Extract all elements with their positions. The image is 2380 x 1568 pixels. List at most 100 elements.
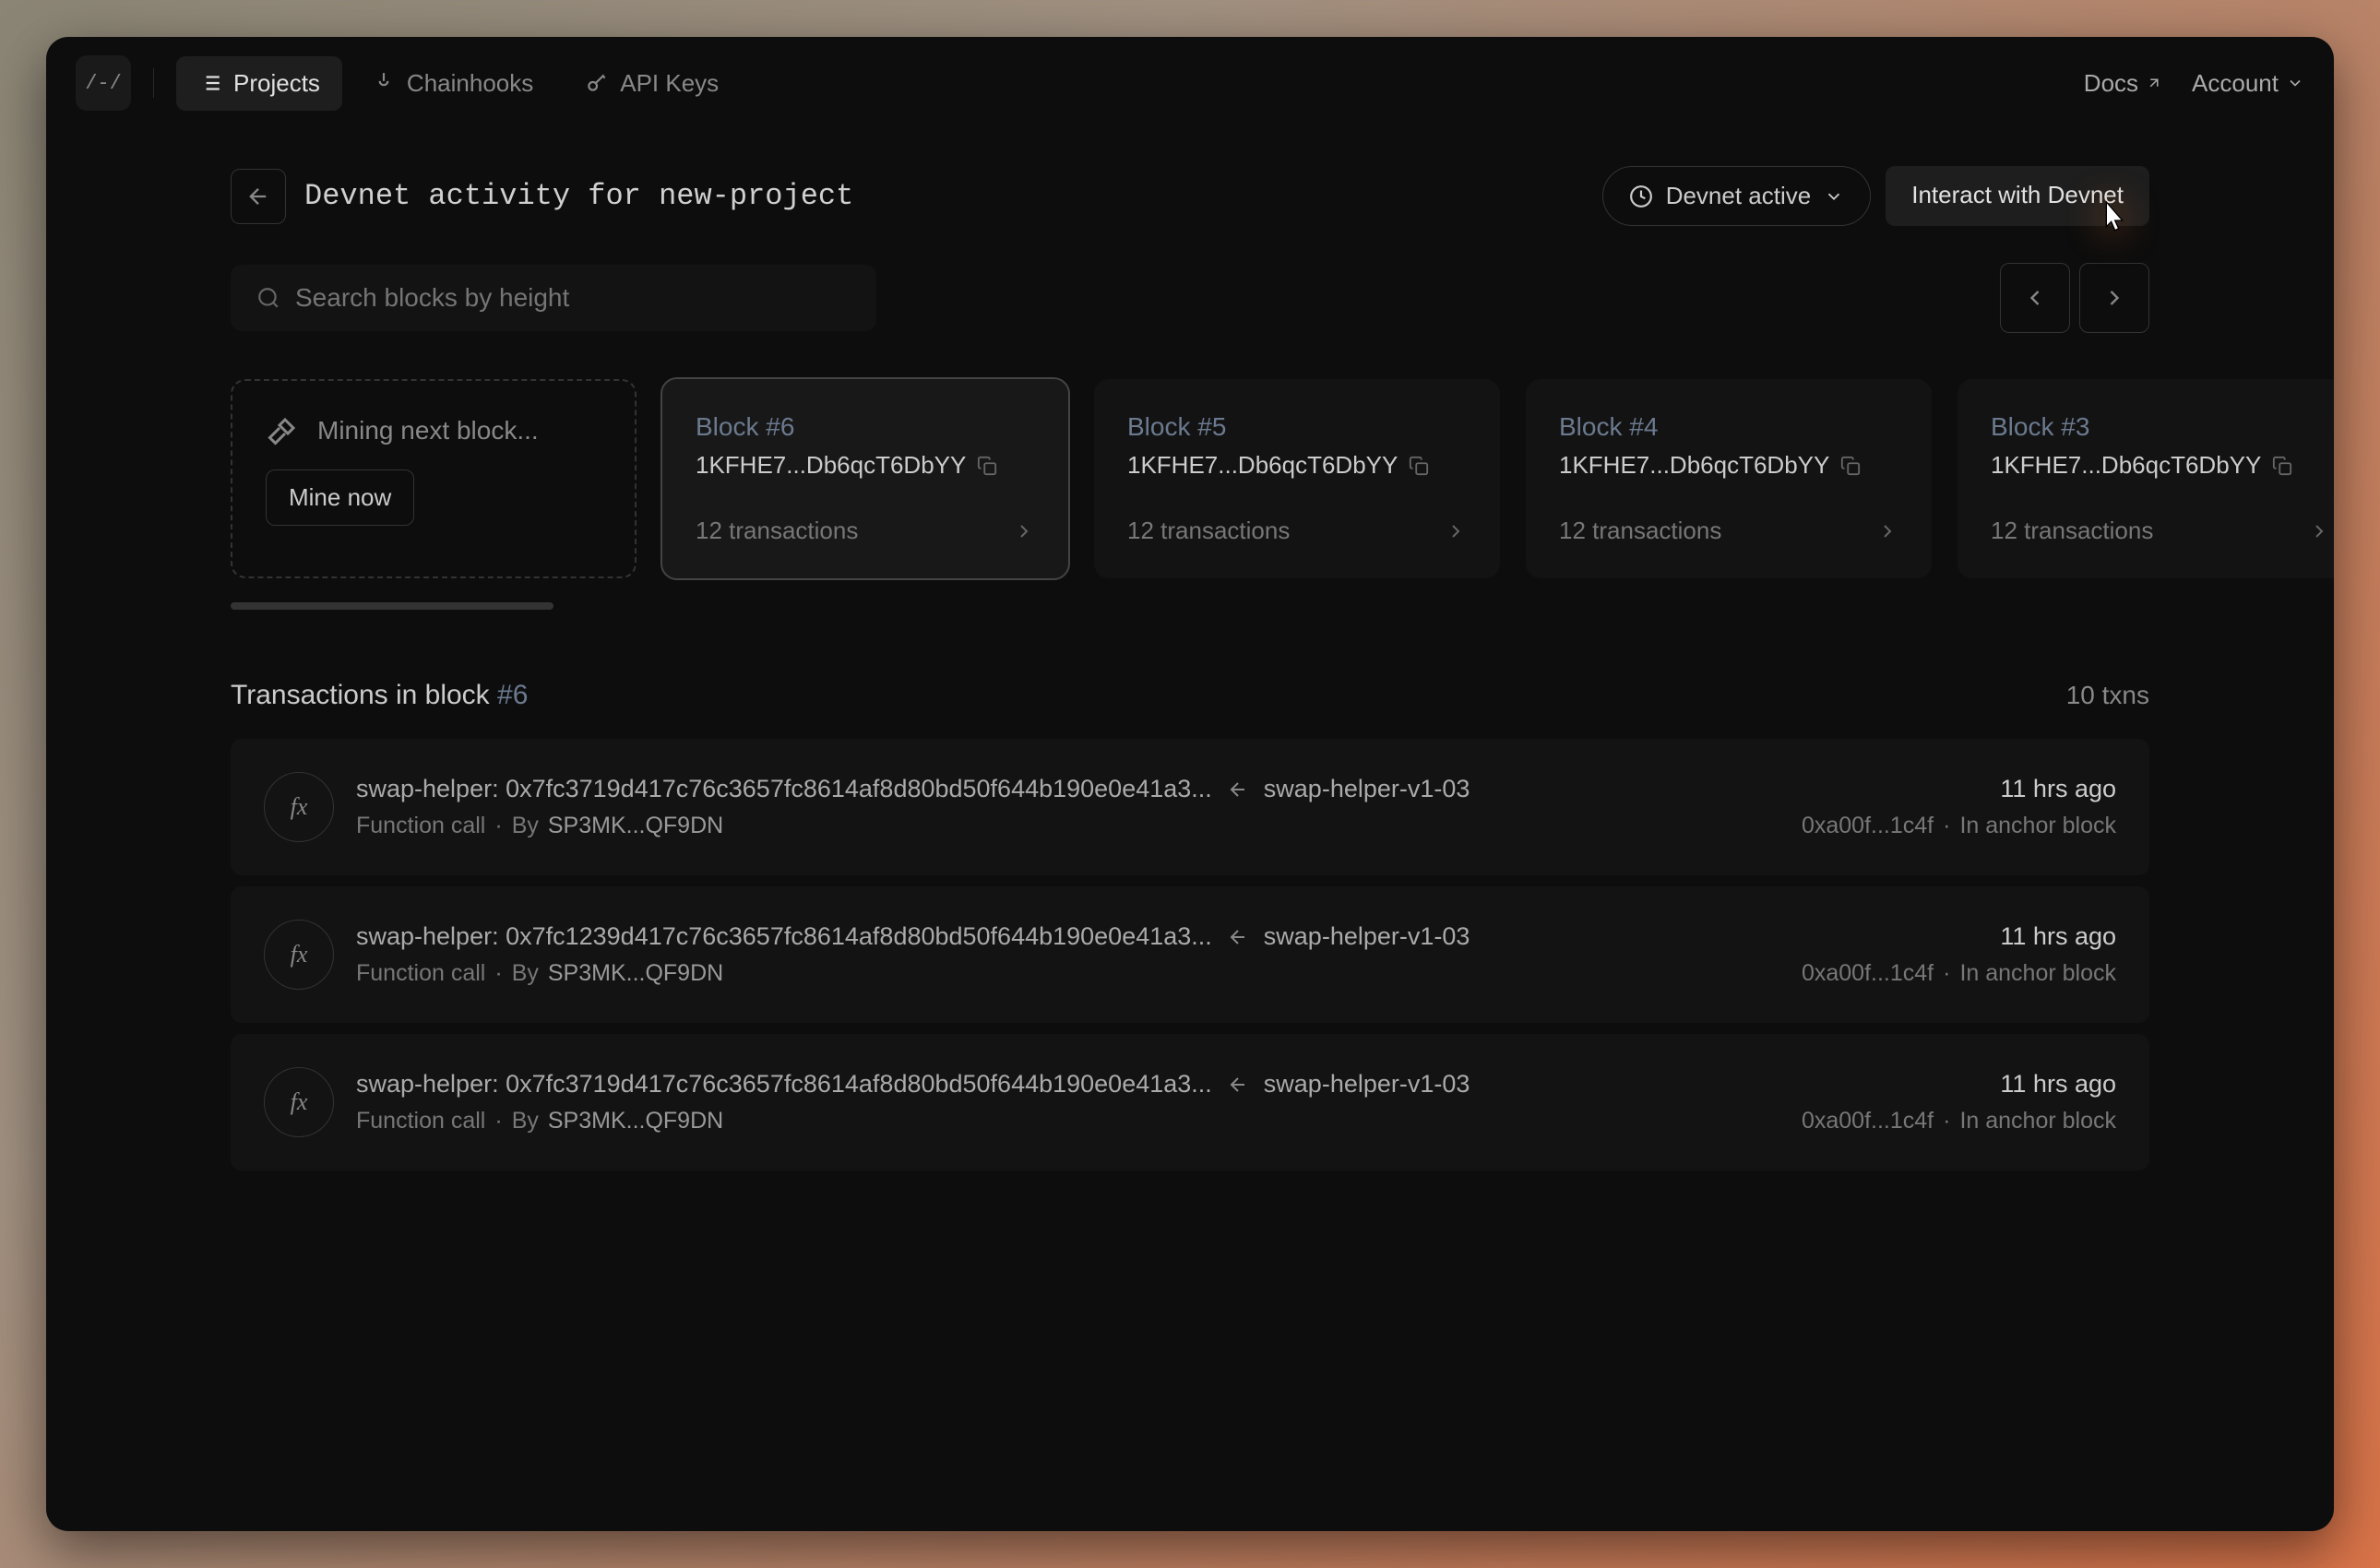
transaction-body: swap-helper: 0x7fc3719d417c76c3657fc8614… bbox=[356, 1070, 1779, 1134]
transaction-by: SP3MK...QF9DN bbox=[548, 1108, 723, 1134]
clock-icon bbox=[1629, 184, 1653, 208]
block-card[interactable]: Block #5 1KFHE7...Db6qcT6DbYY 12 transac… bbox=[1094, 379, 1500, 578]
nav-chainhooks[interactable]: Chainhooks bbox=[350, 56, 555, 111]
transaction-row[interactable]: fx swap-helper: 0x7fc3719d417c76c3657fc8… bbox=[231, 1034, 2149, 1170]
docs-label: Docs bbox=[2084, 69, 2138, 98]
block-title: Block #3 bbox=[1991, 412, 2330, 442]
mine-now-button[interactable]: Mine now bbox=[266, 469, 414, 526]
search-input[interactable] bbox=[295, 283, 851, 313]
arrow-left-icon bbox=[1227, 926, 1249, 948]
chevron-down-icon bbox=[1824, 186, 1844, 207]
transaction-hash: 0xa00f...1c4f bbox=[1802, 813, 1934, 839]
transaction-main: swap-helper: 0x7fc3719d417c76c3657fc8614… bbox=[356, 775, 1212, 803]
nav-projects-label: Projects bbox=[233, 69, 320, 98]
txn-title-prefix: Transactions in block bbox=[231, 680, 497, 710]
block-hash: 1KFHE7...Db6qcT6DbYY bbox=[696, 451, 1035, 480]
logo[interactable]: /-/ bbox=[76, 55, 131, 111]
transaction-hash: 0xa00f...1c4f bbox=[1802, 1108, 1934, 1134]
block-title: Block #5 bbox=[1127, 412, 1467, 442]
page-header: Devnet activity for new-project Devnet a… bbox=[46, 129, 2334, 244]
transaction-hash: 0xa00f...1c4f bbox=[1802, 960, 1934, 987]
txn-title-blocknum: #6 bbox=[497, 680, 528, 710]
transaction-main: swap-helper: 0x7fc3719d417c76c3657fc8614… bbox=[356, 1070, 1212, 1099]
devnet-status-label: Devnet active bbox=[1666, 182, 1812, 210]
transaction-body: swap-helper: 0x7fc1239d417c76c3657fc8614… bbox=[356, 922, 1779, 987]
copy-icon[interactable] bbox=[2272, 456, 2292, 476]
arrow-left-icon bbox=[1227, 1074, 1249, 1096]
transactions-count: 10 txns bbox=[2066, 681, 2149, 710]
transaction-row[interactable]: fx swap-helper: 0x7fc1239d417c76c3657fc8… bbox=[231, 886, 2149, 1023]
block-card[interactable]: Block #4 1KFHE7...Db6qcT6DbYY 12 transac… bbox=[1526, 379, 1932, 578]
account-label: Account bbox=[2192, 69, 2279, 98]
arrow-left-icon bbox=[1227, 778, 1249, 801]
transaction-location: In anchor block bbox=[1959, 813, 2116, 839]
header-actions: Devnet active Interact with Devnet bbox=[1602, 166, 2149, 226]
list-icon bbox=[198, 71, 222, 95]
transaction-right: 11 hrs ago 0xa00f...1c4f · In anchor blo… bbox=[1802, 922, 2116, 987]
key-icon bbox=[585, 71, 609, 95]
nav-projects[interactable]: Projects bbox=[176, 56, 342, 111]
function-call-icon: fx bbox=[264, 1067, 334, 1137]
transaction-by-label: By bbox=[512, 1108, 539, 1134]
block-card[interactable]: Block #3 1KFHE7...Db6qcT6DbYY 12 transac… bbox=[1958, 379, 2334, 578]
block-txns: 12 transactions bbox=[1559, 517, 1898, 545]
transaction-line1: swap-helper: 0x7fc3719d417c76c3657fc8614… bbox=[356, 775, 1779, 803]
mining-label: Mining next block... bbox=[317, 416, 539, 445]
transaction-row[interactable]: fx swap-helper: 0x7fc3719d417c76c3657fc8… bbox=[231, 739, 2149, 875]
horizontal-scrollbar[interactable] bbox=[231, 602, 553, 610]
copy-icon[interactable] bbox=[1840, 456, 1861, 476]
transaction-meta: 0xa00f...1c4f · In anchor block bbox=[1802, 960, 2116, 987]
mining-card: Mining next block... Mine now bbox=[231, 379, 637, 578]
transaction-type: Function call bbox=[356, 960, 485, 987]
arrow-left-icon bbox=[245, 184, 271, 209]
transaction-right: 11 hrs ago 0xa00f...1c4f · In anchor blo… bbox=[1802, 1070, 2116, 1134]
account-dropdown[interactable]: Account bbox=[2192, 69, 2304, 98]
search-box[interactable] bbox=[231, 265, 876, 331]
interact-label: Interact with Devnet bbox=[1911, 181, 2124, 208]
nav-chainhooks-label: Chainhooks bbox=[407, 69, 533, 98]
transaction-type: Function call bbox=[356, 1108, 485, 1134]
transaction-location: In anchor block bbox=[1959, 1108, 2116, 1134]
block-nav-arrows bbox=[2000, 263, 2149, 333]
function-call-icon: fx bbox=[264, 920, 334, 990]
top-nav: /-/ Projects Chainhooks API Keys Docs Ac… bbox=[46, 37, 2334, 129]
block-txns: 12 transactions bbox=[1991, 517, 2330, 545]
block-title: Block #6 bbox=[696, 412, 1035, 442]
transaction-line1: swap-helper: 0x7fc1239d417c76c3657fc8614… bbox=[356, 922, 1779, 951]
docs-link[interactable]: Docs bbox=[2084, 69, 2162, 98]
block-card[interactable]: Block #6 1KFHE7...Db6qcT6DbYY 12 transac… bbox=[662, 379, 1068, 578]
blocks-row[interactable]: Mining next block... Mine now Block #6 1… bbox=[46, 351, 2334, 588]
chevron-down-icon bbox=[2286, 74, 2304, 92]
nav-api-keys[interactable]: API Keys bbox=[563, 56, 741, 111]
devnet-status-dropdown[interactable]: Devnet active bbox=[1602, 166, 1872, 226]
transaction-type: Function call bbox=[356, 813, 485, 839]
transactions-section: Transactions in block #6 10 txns fx swap… bbox=[46, 624, 2334, 1182]
search-icon bbox=[256, 286, 280, 310]
copy-icon[interactable] bbox=[1409, 456, 1429, 476]
transaction-line2: Function call · By SP3MK...QF9DN bbox=[356, 960, 1779, 987]
hook-icon bbox=[372, 71, 396, 95]
transaction-main: swap-helper: 0x7fc1239d417c76c3657fc8614… bbox=[356, 922, 1212, 951]
transaction-by-label: By bbox=[512, 813, 539, 839]
chevron-right-icon bbox=[1013, 520, 1035, 542]
block-hash: 1KFHE7...Db6qcT6DbYY bbox=[1559, 451, 1898, 480]
transaction-target: swap-helper-v1-03 bbox=[1264, 922, 1470, 951]
block-txns: 12 transactions bbox=[1127, 517, 1467, 545]
page-title: Devnet activity for new-project bbox=[304, 179, 853, 213]
nav-api-keys-label: API Keys bbox=[620, 69, 719, 98]
external-link-icon bbox=[2146, 75, 2162, 91]
copy-icon[interactable] bbox=[977, 456, 997, 476]
transaction-time: 11 hrs ago bbox=[2000, 1070, 2116, 1099]
transaction-by: SP3MK...QF9DN bbox=[548, 813, 723, 839]
chevron-right-icon bbox=[1445, 520, 1467, 542]
prev-block-button[interactable] bbox=[2000, 263, 2070, 333]
block-hash: 1KFHE7...Db6qcT6DbYY bbox=[1991, 451, 2330, 480]
transaction-right: 11 hrs ago 0xa00f...1c4f · In anchor blo… bbox=[1802, 775, 2116, 839]
transactions-header: Transactions in block #6 10 txns bbox=[231, 680, 2149, 711]
back-button[interactable] bbox=[231, 169, 286, 224]
interact-with-devnet-button[interactable]: Interact with Devnet bbox=[1886, 166, 2149, 226]
nav-items: Projects Chainhooks API Keys bbox=[176, 56, 741, 111]
next-block-button[interactable] bbox=[2079, 263, 2149, 333]
transaction-time: 11 hrs ago bbox=[2000, 922, 2116, 951]
chevron-right-icon bbox=[1876, 520, 1898, 542]
